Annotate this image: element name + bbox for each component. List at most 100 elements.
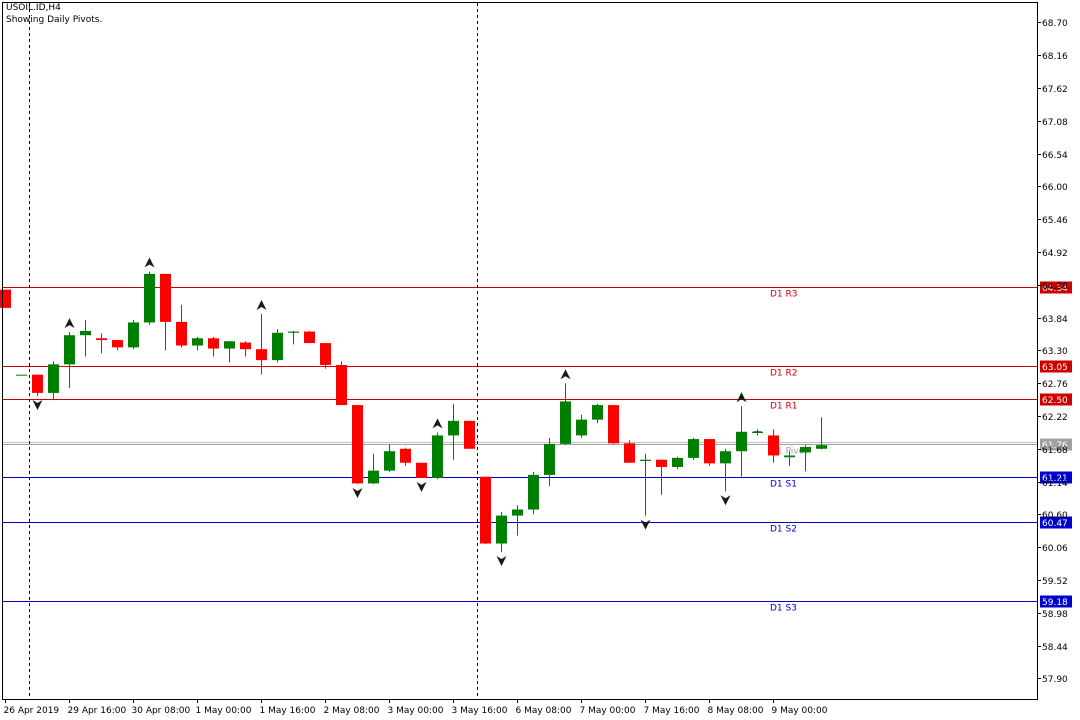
price-tag-2: 62.50	[1042, 396, 1068, 406]
candle-50[interactable]	[800, 445, 811, 472]
candle-3[interactable]	[48, 361, 59, 401]
candle-37[interactable]	[592, 403, 603, 424]
candle-7[interactable]	[112, 340, 123, 351]
fractal-down-arrow-1	[352, 488, 363, 499]
candle-21[interactable]	[336, 361, 347, 406]
y-tick-label-14: 61.14	[1042, 479, 1068, 489]
candle-42[interactable]	[672, 456, 683, 469]
y-tick-label-0: 68.70	[1042, 19, 1068, 29]
candle-19[interactable]	[304, 330, 315, 344]
y-tick-label-5: 66.00	[1042, 183, 1068, 193]
candle-body	[160, 273, 171, 322]
candle-body	[304, 331, 315, 344]
candle-30[interactable]	[480, 476, 491, 545]
candle-28[interactable]	[448, 403, 459, 460]
candlestick-chart[interactable]: D1 R364.34D1 R263.05D1 R162.50D1 Pivot61…	[0, 0, 1080, 720]
candle-body	[368, 470, 379, 484]
candle-body	[384, 451, 395, 471]
candle-body	[576, 419, 587, 436]
candle-26[interactable]	[416, 462, 427, 478]
candle-8[interactable]	[128, 320, 139, 350]
x-tick-label-10: 7 May 16:00	[644, 706, 700, 716]
y-tick-label-10: 63.30	[1042, 347, 1068, 357]
candle-body	[560, 401, 571, 444]
candle-body	[400, 448, 411, 463]
candle-13[interactable]	[208, 337, 219, 357]
candle-24[interactable]	[384, 444, 395, 472]
y-tick-label-17: 59.52	[1042, 577, 1068, 587]
candle-39[interactable]	[624, 440, 635, 463]
candle-0[interactable]	[0, 289, 11, 308]
candle-25[interactable]	[400, 447, 411, 466]
candle-body	[608, 405, 619, 444]
candle-body	[768, 435, 779, 456]
candle-body	[448, 420, 459, 436]
x-tick-label-0: 26 Apr 2019	[4, 706, 60, 716]
x-tick-label-6: 3 May 00:00	[388, 706, 444, 716]
candle-23[interactable]	[368, 453, 379, 485]
pivot-label-6: D1 S3	[770, 604, 797, 614]
candle-body	[416, 462, 427, 478]
candle-20[interactable]	[320, 343, 331, 369]
candle-35[interactable]	[560, 383, 571, 446]
candle-22[interactable]	[352, 405, 363, 485]
candle-4[interactable]	[64, 332, 75, 389]
candle-body	[352, 405, 363, 484]
candle-14[interactable]	[224, 341, 235, 363]
y-tick-label-1: 68.16	[1042, 52, 1068, 62]
candle-body	[688, 439, 699, 458]
candle-48[interactable]	[768, 429, 779, 463]
x-tick-label-12: 9 May 00:00	[772, 706, 828, 716]
candle-body	[240, 342, 251, 350]
candle-32[interactable]	[512, 505, 523, 536]
candle-45[interactable]	[720, 448, 731, 492]
candle-6[interactable]	[96, 333, 107, 354]
candle-43[interactable]	[688, 437, 699, 460]
candle-33[interactable]	[528, 471, 539, 515]
candle-10[interactable]	[160, 273, 171, 351]
candle-12[interactable]	[192, 337, 203, 351]
candle-27[interactable]	[432, 432, 443, 480]
candle-17[interactable]	[272, 329, 283, 363]
y-tick-label-4: 66.54	[1042, 151, 1068, 161]
candle-body	[592, 405, 603, 420]
candle-38[interactable]	[608, 405, 619, 444]
y-tick-label-12: 62.22	[1042, 413, 1068, 423]
candle-5[interactable]	[80, 320, 91, 357]
x-tick-label-2: 30 Apr 08:00	[132, 706, 191, 716]
candle-36[interactable]	[576, 414, 587, 438]
candle-body	[736, 431, 747, 452]
x-tick-label-3: 1 May 00:00	[196, 706, 252, 716]
y-tick-label-6: 65.46	[1042, 216, 1068, 226]
y-tick-label-16: 60.06	[1042, 544, 1068, 554]
candle-11[interactable]	[176, 304, 187, 348]
fractal-down-arrow-3	[496, 556, 507, 567]
y-tick-label-9: 63.84	[1042, 315, 1068, 325]
candle-2[interactable]	[32, 374, 43, 396]
price-tag-1: 63.05	[1042, 363, 1068, 373]
candle-34[interactable]	[544, 437, 555, 486]
candle-40[interactable]	[640, 453, 651, 516]
candle-46[interactable]	[736, 406, 747, 477]
candle-15[interactable]	[240, 341, 251, 357]
candle-body	[288, 331, 299, 333]
candle-body	[432, 435, 443, 478]
candle-9[interactable]	[144, 271, 155, 325]
y-tick-label-18: 58.98	[1042, 610, 1068, 620]
candle-body	[320, 343, 331, 365]
y-tick-label-15: 60.60	[1042, 511, 1068, 521]
candle-body	[64, 335, 75, 365]
candle-body	[272, 332, 283, 361]
candle-1[interactable]	[16, 374, 27, 376]
candle-18[interactable]	[288, 330, 299, 345]
candle-47[interactable]	[752, 429, 763, 436]
period-separators-layer	[29, 3, 478, 699]
candle-body	[496, 515, 507, 544]
candle-29[interactable]	[464, 420, 475, 449]
candle-body	[480, 476, 491, 544]
candle-body	[544, 443, 555, 475]
candle-31[interactable]	[496, 511, 507, 553]
candle-body	[464, 420, 475, 449]
candle-44[interactable]	[704, 439, 715, 466]
candle-16[interactable]	[256, 313, 267, 375]
